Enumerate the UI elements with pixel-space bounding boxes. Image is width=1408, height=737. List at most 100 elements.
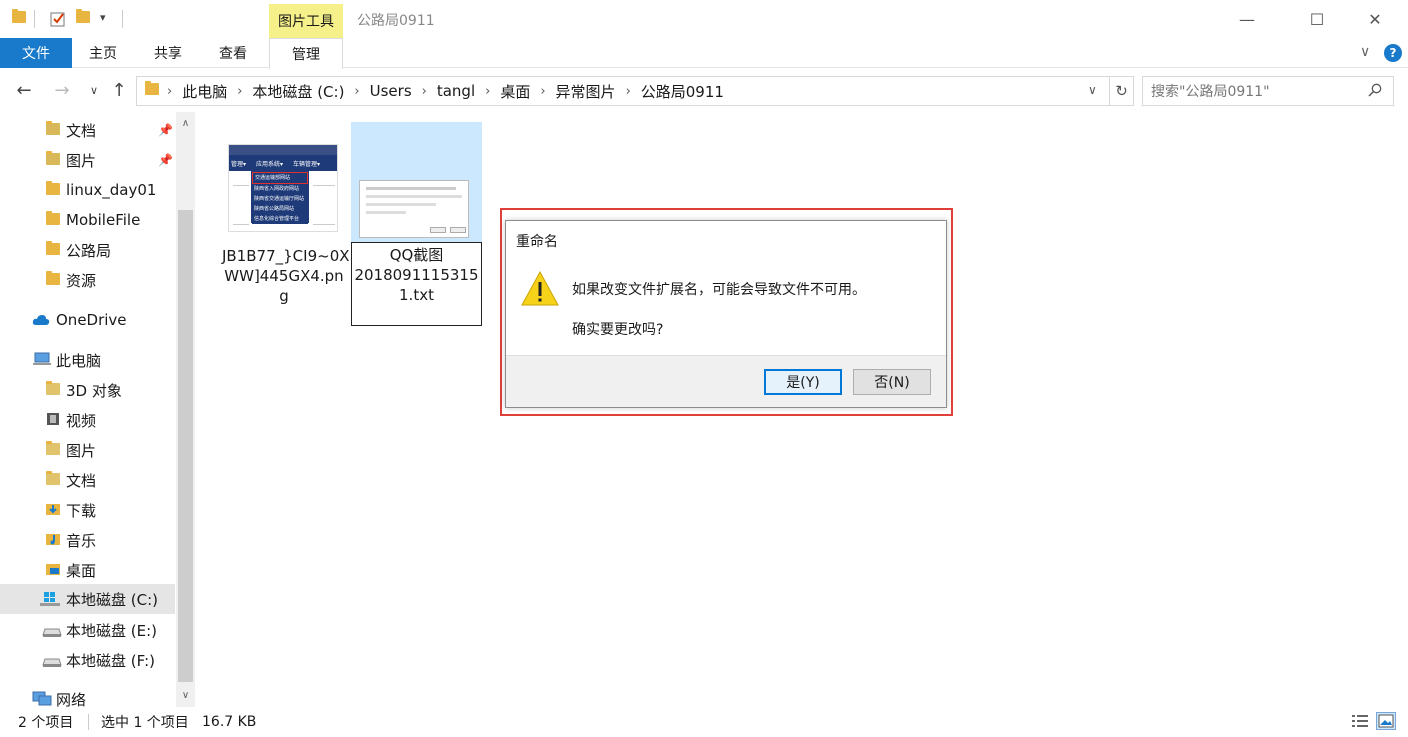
address-bar[interactable]: › 此电脑 › 本地磁盘 (C:) › Users › tangl › 桌面 ›… — [136, 76, 1110, 106]
window-title: 公路局0911 — [357, 13, 435, 29]
thumbnail-dropdown-item: 交通运输部网站 — [252, 172, 308, 184]
tab-manage[interactable]: 管理 — [269, 38, 343, 69]
sidebar-item-label: 文档 — [66, 121, 97, 140]
yes-button[interactable]: 是(Y) — [764, 369, 842, 395]
folder-icon — [12, 9, 26, 25]
no-button[interactable]: 否(N) — [853, 369, 931, 395]
scroll-down-icon[interactable]: ∨ — [176, 686, 195, 704]
sidebar-item-pictures-quick[interactable]: 图片 📌 — [0, 145, 175, 175]
file-name-line: 1.txt — [399, 286, 434, 304]
file-item[interactable]: 管理▾ 应用系统▾ 车辆管理▾ 交通运输部网站 陕西省入网政府网站 陕西省交通运… — [222, 122, 350, 308]
up-arrow-icon[interactable]: ↑ — [107, 78, 131, 102]
sidebar-item-local-disk-f[interactable]: 本地磁盘 (F:) — [0, 645, 175, 675]
sidebar-item-label: 本地磁盘 (F:) — [66, 651, 155, 670]
expand-ribbon-icon[interactable]: ∨ — [1360, 44, 1370, 60]
search-icon[interactable] — [1368, 83, 1382, 97]
properties-icon[interactable] — [50, 11, 65, 27]
windows-drive-icon — [40, 591, 60, 606]
address-dropdown-icon[interactable]: ∨ — [1088, 83, 1097, 97]
breadcrumb-tangl[interactable]: tangl — [437, 82, 475, 100]
dialog-button-bar: 是(Y) 否(N) — [506, 355, 946, 407]
sidebar-item-local-disk-e[interactable]: 本地磁盘 (E:) — [0, 615, 175, 645]
breadcrumb-local-disk-c[interactable]: 本地磁盘 (C:) — [252, 81, 344, 102]
sidebar-item-label: 图片 — [66, 441, 97, 460]
recent-locations-icon[interactable]: ∨ — [82, 78, 106, 102]
chevron-right-icon: › — [237, 83, 243, 99]
sidebar-item-3d-objects[interactable]: 3D 对象 — [0, 375, 175, 405]
address-row: ← → ∨ ↑ › 此电脑 › 本地磁盘 (C:) › Users › tang… — [0, 70, 1408, 112]
tab-file[interactable]: 文件 — [0, 38, 72, 68]
customize-toolbar-icon[interactable]: ▾ — [100, 11, 106, 24]
breadcrumb-current-folder[interactable]: 公路局0911 — [641, 81, 724, 102]
sidebar-item-label: OneDrive — [56, 311, 127, 329]
refresh-icon[interactable]: ↻ — [1110, 76, 1134, 106]
breadcrumb-abnormal-images[interactable]: 异常图片 — [556, 81, 616, 102]
sidebar-item-label: 本地磁盘 (E:) — [66, 621, 158, 640]
breadcrumb-users[interactable]: Users — [370, 82, 412, 100]
tab-share[interactable]: 共享 — [138, 38, 198, 68]
sidebar-item-label: 此电脑 — [56, 351, 102, 370]
sidebar-item-local-disk-c[interactable]: 本地磁盘 (C:) — [0, 584, 175, 614]
sidebar-item-label: 音乐 — [66, 531, 97, 550]
computer-icon — [33, 352, 51, 366]
thumbnail-menu-item: 管理▾ — [231, 160, 247, 168]
sidebar-item-documents-quick[interactable]: 文档 📌 — [0, 115, 175, 145]
minimize-button[interactable]: — — [1224, 0, 1270, 38]
file-item-selected[interactable] — [351, 122, 482, 242]
folder-icon — [46, 271, 60, 287]
breadcrumb-desktop[interactable]: 桌面 — [500, 81, 530, 102]
sidebar-scrollbar[interactable]: ∧ ∨ — [176, 112, 195, 707]
sidebar-item-label: 本地磁盘 (C:) — [66, 590, 158, 609]
sidebar-item-resources[interactable]: 资源 — [0, 265, 175, 295]
folder-icon — [46, 181, 60, 197]
forward-arrow-icon[interactable]: → — [50, 78, 74, 102]
folder-icon — [145, 81, 159, 99]
documents-icon — [46, 471, 60, 487]
thumbnail-dropdown-item: 信息化综合管理平台 — [252, 214, 308, 224]
help-icon[interactable]: ? — [1384, 44, 1402, 62]
close-button[interactable]: ✕ — [1352, 0, 1398, 38]
scroll-up-icon[interactable]: ∧ — [176, 114, 195, 132]
file-name-line: 2018091115315 — [354, 266, 479, 284]
sidebar-item-mobilefile[interactable]: MobileFile — [0, 205, 175, 235]
sidebar-item-highway-bureau[interactable]: 公路局 — [0, 235, 175, 265]
thumbnail-text-lines — [313, 185, 335, 225]
divider — [88, 714, 89, 730]
new-folder-icon[interactable] — [76, 9, 90, 25]
sidebar-item-pictures[interactable]: 图片 — [0, 435, 175, 465]
chevron-right-icon: › — [167, 83, 173, 99]
rename-input[interactable]: QQ截图 2018091115315 1.txt — [351, 242, 482, 326]
dialog-message: 如果改变文件扩展名，可能会导致文件不可用。 — [572, 282, 866, 298]
chevron-right-icon: › — [421, 83, 427, 99]
divider — [122, 10, 123, 28]
desktop-icon — [46, 562, 60, 576]
back-arrow-icon[interactable]: ← — [12, 78, 36, 102]
sidebar-item-desktop[interactable]: 桌面 — [0, 555, 175, 585]
title-bar: ▾ 图片工具 公路局0911 — ☐ ✕ — [0, 0, 1408, 38]
pin-icon[interactable]: 📌 — [158, 153, 173, 167]
breadcrumb-this-pc[interactable]: 此电脑 — [182, 81, 227, 102]
maximize-button[interactable]: ☐ — [1294, 0, 1340, 38]
sidebar-item-this-pc[interactable]: 此电脑 — [0, 345, 175, 375]
sidebar-item-music[interactable]: 音乐 — [0, 525, 175, 555]
sidebar-item-downloads[interactable]: 下载 — [0, 495, 175, 525]
search-input[interactable]: 搜索"公路局0911" — [1142, 76, 1394, 106]
sidebar-item-documents[interactable]: 文档 — [0, 465, 175, 495]
tab-home[interactable]: 主页 — [73, 38, 133, 68]
sidebar-item-label: 下载 — [66, 501, 97, 520]
scrollbar-thumb[interactable] — [178, 210, 193, 682]
sidebar-item-videos[interactable]: 视频 — [0, 405, 175, 435]
file-name-line: JB1B77_}CI9~0X — [222, 247, 350, 265]
details-view-icon[interactable] — [1350, 712, 1370, 730]
large-icons-view-icon[interactable] — [1376, 712, 1396, 730]
document-folder-icon — [46, 121, 60, 137]
network-icon — [32, 691, 52, 706]
sidebar-item-linux-day01[interactable]: linux_day01 — [0, 175, 175, 205]
sidebar-item-onedrive[interactable]: OneDrive — [0, 305, 175, 335]
file-name: JB1B77_}CI9~0X WW]445GX4.pn g — [222, 246, 350, 306]
image-thumbnail — [359, 180, 469, 238]
downloads-icon — [46, 502, 60, 516]
tab-view[interactable]: 查看 — [203, 38, 263, 68]
pin-icon[interactable]: 📌 — [158, 123, 173, 137]
thumbnail-text-lines — [366, 203, 436, 206]
